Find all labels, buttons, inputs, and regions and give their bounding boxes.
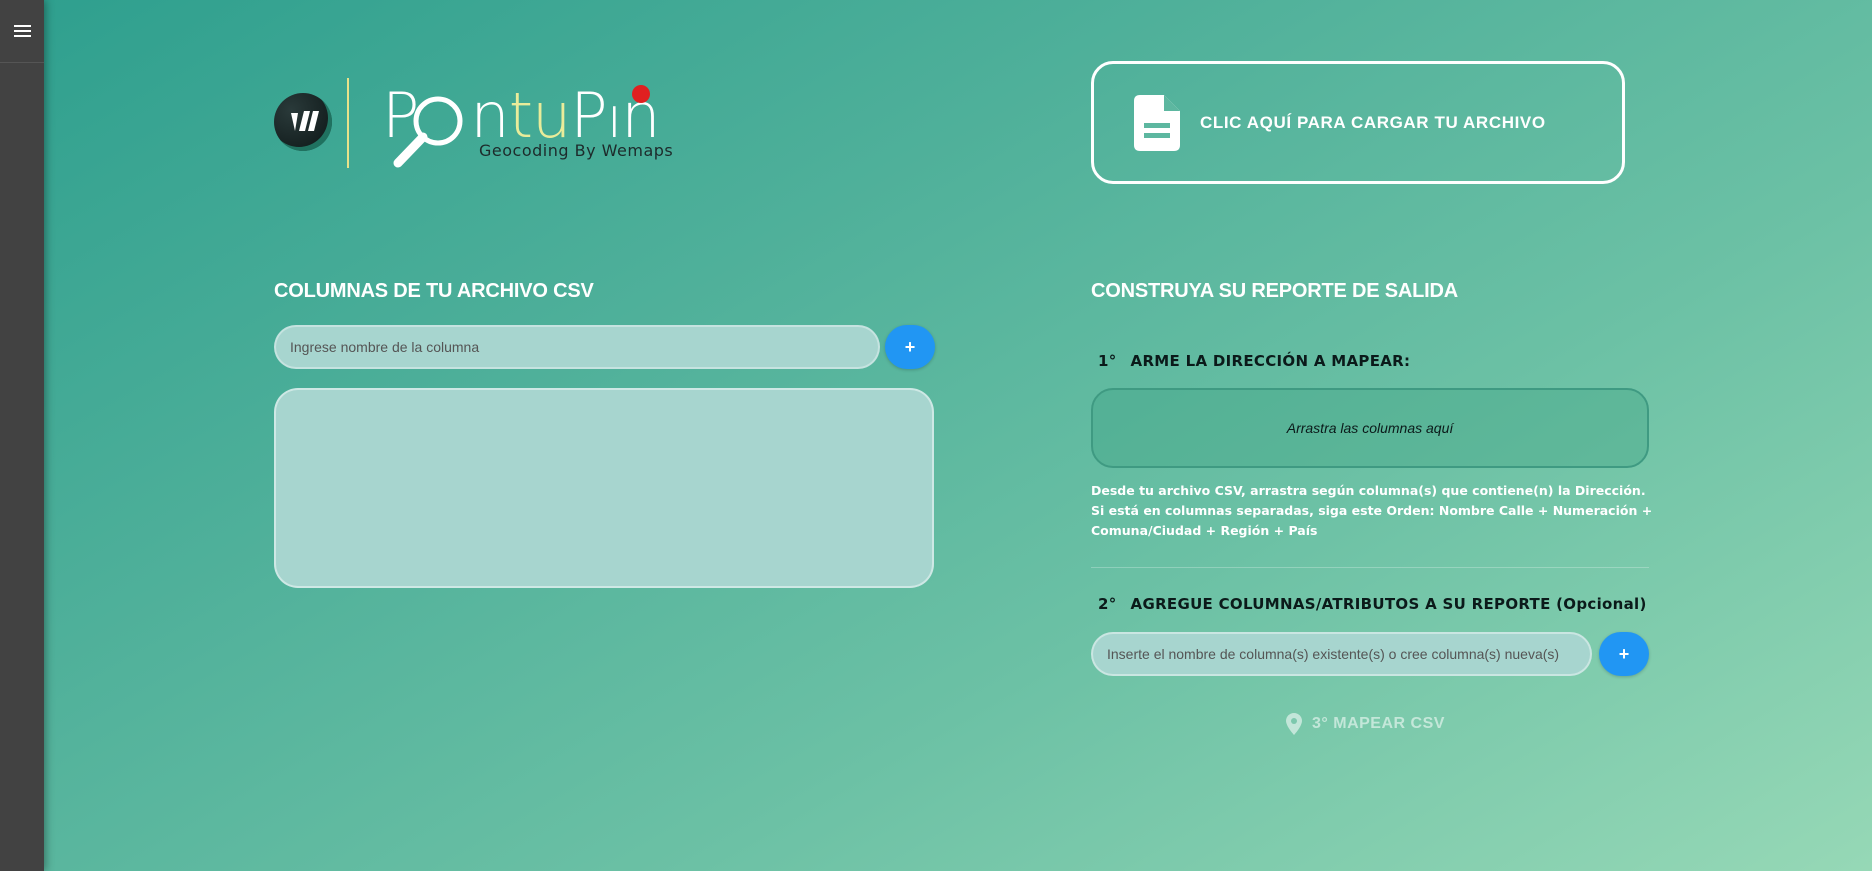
sidebar <box>0 0 44 871</box>
upload-file-button[interactable]: CLIC AQUÍ PARA CARGAR TU ARCHIVO <box>1091 61 1625 184</box>
map-csv-button[interactable]: 3° MAPEAR CSV <box>1286 713 1445 735</box>
csv-columns-title: COLUMNAS DE TU ARCHIVO CSV <box>274 280 594 302</box>
map-pin-icon <box>1286 713 1302 735</box>
address-help-text: Desde tu archivo CSV, arrastra según col… <box>1091 483 1653 538</box>
upload-label: CLIC AQUÍ PARA CARGAR TU ARCHIVO <box>1200 112 1546 132</box>
csv-columns-list[interactable] <box>274 388 934 588</box>
add-column-button[interactable]: + <box>885 325 935 369</box>
step2-number: 2° <box>1098 595 1117 613</box>
step1-heading: 1° ARME LA DIRECCIÓN A MAPEAR: <box>1098 352 1410 370</box>
output-report-title: CONSTRUYA SU REPORTE DE SALIDA <box>1091 280 1459 302</box>
menu-button[interactable] <box>0 0 44 63</box>
step1-number: 1° <box>1098 352 1117 370</box>
logo-divider <box>347 78 349 168</box>
logo: PntuPın Geocoding By Wemaps <box>274 75 694 175</box>
step2-heading: 2° AGREGUE COLUMNAS/ATRIBUTOS A SU REPORT… <box>1098 595 1647 613</box>
step1-label: ARME LA DIRECCIÓN A MAPEAR: <box>1130 352 1411 370</box>
address-dropzone[interactable]: Arrastra las columnas aquí <box>1091 388 1649 468</box>
logo-pin-icon <box>632 85 650 103</box>
file-document-icon <box>1134 94 1180 151</box>
section-divider <box>1091 567 1649 568</box>
wemaps-badge-icon <box>274 93 332 151</box>
step2-label: AGREGUE COLUMNAS/ATRIBUTOS A SU REPORTE … <box>1130 595 1647 613</box>
add-attribute-button[interactable]: + <box>1599 632 1649 676</box>
hamburger-icon <box>13 22 31 40</box>
dropzone-text: Arrastra las columnas aquí <box>1286 420 1454 436</box>
attribute-column-input[interactable] <box>1091 632 1592 676</box>
magnifier-icon <box>393 96 463 168</box>
logo-tagline: Geocoding By Wemaps <box>479 141 674 160</box>
column-name-input[interactable] <box>274 325 880 369</box>
map-csv-label: 3° MAPEAR CSV <box>1312 715 1445 732</box>
